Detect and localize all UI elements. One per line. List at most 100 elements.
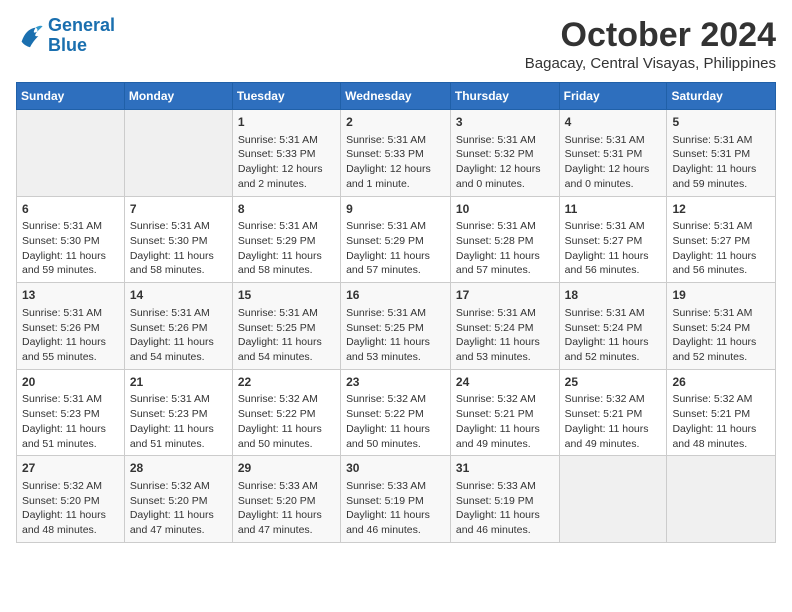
- location-title: Bagacay, Central Visayas, Philippines: [525, 55, 776, 72]
- calendar-cell: 9Sunrise: 5:31 AMSunset: 5:29 PMDaylight…: [341, 196, 451, 283]
- day-info: Sunrise: 5:33 AMSunset: 5:19 PMDaylight:…: [456, 479, 554, 538]
- calendar-cell: 31 Sunrise: 5:33 AMSunset: 5:19 PMDayligh…: [450, 456, 559, 543]
- calendar-cell: 5Sunrise: 5:31 AMSunset: 5:31 PMDaylight…: [667, 110, 776, 197]
- day-info: Sunrise: 5:31 AMSunset: 5:30 PMDaylight:…: [130, 219, 227, 278]
- day-info: Sunrise: 5:33 AMSunset: 5:19 PMDaylight:…: [346, 479, 445, 538]
- calendar-cell: 12Sunrise: 5:31 AMSunset: 5:27 PMDayligh…: [667, 196, 776, 283]
- calendar-cell: 27Sunrise: 5:32 AMSunset: 5:20 PMDayligh…: [17, 456, 125, 543]
- day-info: Sunrise: 5:31 AMSunset: 5:28 PMDaylight:…: [456, 219, 554, 278]
- day-number: 7: [130, 201, 227, 218]
- calendar-week-row: 1 Sunrise: 5:31 AMSunset: 5:33 PMDaylight…: [17, 110, 776, 197]
- calendar-cell: 14 Sunrise: 5:31 AMSunset: 5:26 PMDayligh…: [124, 283, 232, 370]
- day-info: Sunrise: 5:32 AMSunset: 5:22 PMDaylight:…: [238, 392, 335, 451]
- calendar-table: SundayMondayTuesdayWednesdayThursdayFrid…: [16, 82, 776, 543]
- calendar-cell: 18 Sunrise: 5:31 AMSunset: 5:24 PMDayligh…: [559, 283, 667, 370]
- day-number: 3: [456, 114, 554, 131]
- day-number: 30: [346, 460, 445, 477]
- day-info: Sunrise: 5:31 AMSunset: 5:27 PMDaylight:…: [565, 219, 662, 278]
- day-number: 13: [22, 287, 119, 304]
- day-number: 22: [238, 374, 335, 391]
- day-number: 15: [238, 287, 335, 304]
- day-info: Sunrise: 5:31 AMSunset: 5:27 PMDaylight:…: [672, 219, 770, 278]
- calendar-cell: 29Sunrise: 5:33 AMSunset: 5:20 PMDayligh…: [232, 456, 340, 543]
- calendar-cell: 19 Sunrise: 5:31 AMSunset: 5:24 PMDayligh…: [667, 283, 776, 370]
- day-number: 21: [130, 374, 227, 391]
- day-info: Sunrise: 5:32 AMSunset: 5:20 PMDaylight:…: [22, 479, 119, 538]
- column-header-thursday: Thursday: [450, 83, 559, 110]
- column-header-monday: Monday: [124, 83, 232, 110]
- title-block: October 2024 Bagacay, Central Visayas, P…: [525, 16, 776, 72]
- calendar-cell: 21Sunrise: 5:31 AMSunset: 5:23 PMDayligh…: [124, 369, 232, 456]
- day-info: Sunrise: 5:31 AMSunset: 5:23 PMDaylight:…: [22, 392, 119, 451]
- day-number: 4: [565, 114, 662, 131]
- day-info: Sunrise: 5:31 AMSunset: 5:31 PMDaylight:…: [565, 133, 662, 192]
- day-info: Sunrise: 5:31 AMSunset: 5:23 PMDaylight:…: [130, 392, 227, 451]
- day-number: 10: [456, 201, 554, 218]
- day-number: 28: [130, 460, 227, 477]
- calendar-cell: 7Sunrise: 5:31 AMSunset: 5:30 PMDaylight…: [124, 196, 232, 283]
- day-number: 12: [672, 201, 770, 218]
- day-number: 11: [565, 201, 662, 218]
- day-number: 18: [565, 287, 662, 304]
- calendar-cell: 11Sunrise: 5:31 AMSunset: 5:27 PMDayligh…: [559, 196, 667, 283]
- calendar-cell: 20Sunrise: 5:31 AMSunset: 5:23 PMDayligh…: [17, 369, 125, 456]
- day-info: Sunrise: 5:31 AMSunset: 5:25 PMDaylight:…: [238, 306, 335, 365]
- day-number: 9: [346, 201, 445, 218]
- day-number: 6: [22, 201, 119, 218]
- day-info: Sunrise: 5:31 AMSunset: 5:24 PMDaylight:…: [672, 306, 770, 365]
- day-number: 14: [130, 287, 227, 304]
- column-header-saturday: Saturday: [667, 83, 776, 110]
- day-info: Sunrise: 5:32 AMSunset: 5:21 PMDaylight:…: [672, 392, 770, 451]
- calendar-cell: 1 Sunrise: 5:31 AMSunset: 5:33 PMDaylight…: [232, 110, 340, 197]
- page-header: General Blue October 2024 Bagacay, Centr…: [16, 16, 776, 72]
- day-info: Sunrise: 5:31 AMSunset: 5:29 PMDaylight:…: [238, 219, 335, 278]
- column-header-friday: Friday: [559, 83, 667, 110]
- column-header-tuesday: Tuesday: [232, 83, 340, 110]
- calendar-cell: [667, 456, 776, 543]
- day-number: 16: [346, 287, 445, 304]
- calendar-cell: 23Sunrise: 5:32 AMSunset: 5:22 PMDayligh…: [341, 369, 451, 456]
- day-number: 24: [456, 374, 554, 391]
- calendar-week-row: 6 Sunrise: 5:31 AMSunset: 5:30 PMDaylight…: [17, 196, 776, 283]
- calendar-cell: 24Sunrise: 5:32 AMSunset: 5:21 PMDayligh…: [450, 369, 559, 456]
- calendar-cell: 30 Sunrise: 5:33 AMSunset: 5:19 PMDayligh…: [341, 456, 451, 543]
- logo: General Blue: [16, 16, 115, 56]
- day-number: 17: [456, 287, 554, 304]
- header-row: SundayMondayTuesdayWednesdayThursdayFrid…: [17, 83, 776, 110]
- day-info: Sunrise: 5:31 AMSunset: 5:24 PMDaylight:…: [565, 306, 662, 365]
- calendar-cell: 13 Sunrise: 5:31 AMSunset: 5:26 PMDayligh…: [17, 283, 125, 370]
- day-number: 19: [672, 287, 770, 304]
- calendar-cell: 15 Sunrise: 5:31 AMSunset: 5:25 PMDayligh…: [232, 283, 340, 370]
- day-number: 2: [346, 114, 445, 131]
- column-header-wednesday: Wednesday: [341, 83, 451, 110]
- day-info: Sunrise: 5:32 AMSunset: 5:21 PMDaylight:…: [565, 392, 662, 451]
- day-info: Sunrise: 5:31 AMSunset: 5:25 PMDaylight:…: [346, 306, 445, 365]
- calendar-cell: 17Sunrise: 5:31 AMSunset: 5:24 PMDayligh…: [450, 283, 559, 370]
- day-info: Sunrise: 5:32 AMSunset: 5:22 PMDaylight:…: [346, 392, 445, 451]
- day-number: 20: [22, 374, 119, 391]
- day-number: 31: [456, 460, 554, 477]
- day-info: Sunrise: 5:31 AMSunset: 5:26 PMDaylight:…: [22, 306, 119, 365]
- calendar-week-row: 27Sunrise: 5:32 AMSunset: 5:20 PMDayligh…: [17, 456, 776, 543]
- calendar-cell: 2 Sunrise: 5:31 AMSunset: 5:33 PMDaylight…: [341, 110, 451, 197]
- day-info: Sunrise: 5:32 AMSunset: 5:20 PMDaylight:…: [130, 479, 227, 538]
- day-number: 8: [238, 201, 335, 218]
- day-number: 1: [238, 114, 335, 131]
- calendar-cell: 3Sunrise: 5:31 AMSunset: 5:32 PMDaylight…: [450, 110, 559, 197]
- day-info: Sunrise: 5:31 AMSunset: 5:29 PMDaylight:…: [346, 219, 445, 278]
- day-info: Sunrise: 5:31 AMSunset: 5:33 PMDaylight:…: [238, 133, 335, 192]
- calendar-cell: 25Sunrise: 5:32 AMSunset: 5:21 PMDayligh…: [559, 369, 667, 456]
- day-info: Sunrise: 5:31 AMSunset: 5:26 PMDaylight:…: [130, 306, 227, 365]
- calendar-cell: 6Sunrise: 5:31 AMSunset: 5:30 PMDaylight…: [17, 196, 125, 283]
- day-info: Sunrise: 5:32 AMSunset: 5:21 PMDaylight:…: [456, 392, 554, 451]
- month-title: October 2024: [525, 16, 776, 55]
- calendar-cell: [124, 110, 232, 197]
- calendar-cell: 4 Sunrise: 5:31 AMSunset: 5:31 PMDaylight…: [559, 110, 667, 197]
- day-info: Sunrise: 5:31 AMSunset: 5:33 PMDaylight:…: [346, 133, 445, 192]
- calendar-cell: 26Sunrise: 5:32 AMSunset: 5:21 PMDayligh…: [667, 369, 776, 456]
- column-header-sunday: Sunday: [17, 83, 125, 110]
- calendar-cell: [559, 456, 667, 543]
- calendar-cell: 8Sunrise: 5:31 AMSunset: 5:29 PMDaylight…: [232, 196, 340, 283]
- day-info: Sunrise: 5:31 AMSunset: 5:31 PMDaylight:…: [672, 133, 770, 192]
- day-info: Sunrise: 5:33 AMSunset: 5:20 PMDaylight:…: [238, 479, 335, 538]
